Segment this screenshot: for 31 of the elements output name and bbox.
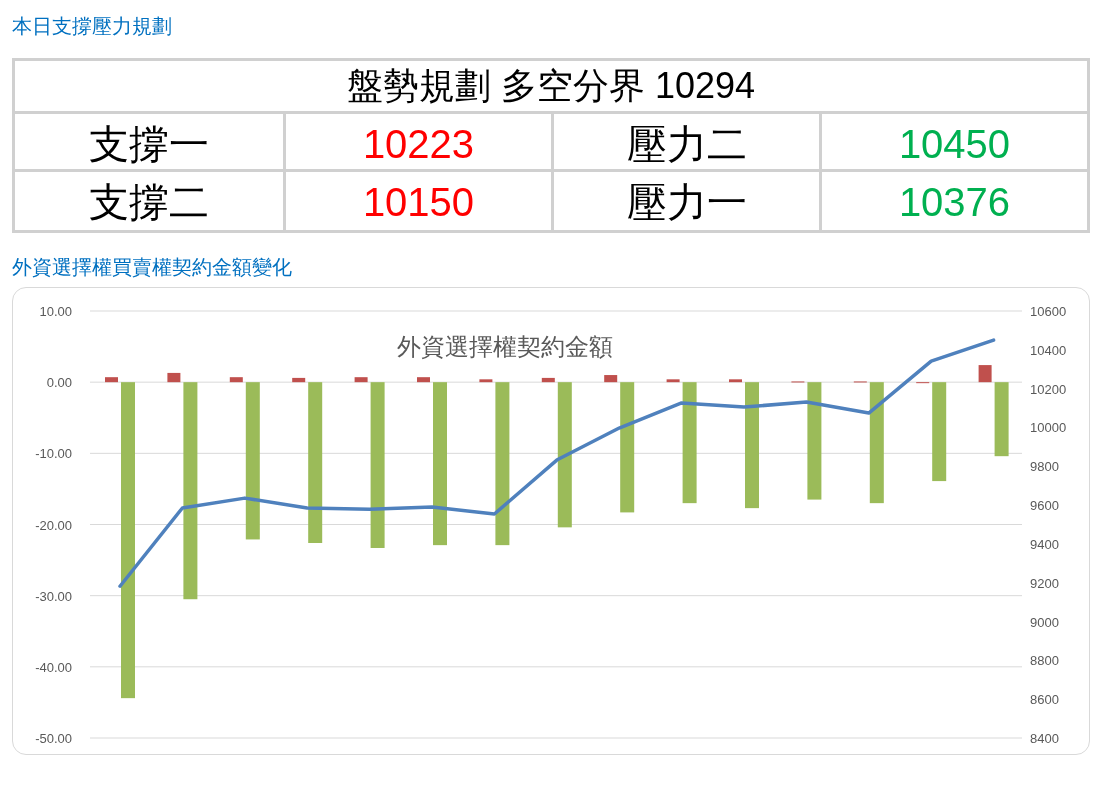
section-heading: 外資選擇權買賣權契約金額變化 — [12, 255, 293, 280]
table-title: 盤勢規劃 多空分界 10294 — [15, 61, 1087, 114]
axis-tick-label: 8400 — [1030, 731, 1059, 746]
axis-tick-label: -40.00 — [35, 659, 72, 675]
axis-tick-label: -20.00 — [35, 517, 72, 533]
axis-tick-label: 10600 — [1030, 304, 1067, 319]
level-label: 壓力一 — [551, 172, 819, 232]
level-value: 10223 — [283, 114, 551, 174]
axis-tick-label: 8800 — [1030, 653, 1059, 669]
axis-tick-label: -10.00 — [35, 446, 72, 462]
level-value: 10376 — [819, 172, 1087, 232]
axis-tick-label: 9600 — [1030, 498, 1059, 514]
axis-tick-label: 9800 — [1030, 459, 1059, 475]
axis-tick-label: 10400 — [1030, 342, 1067, 358]
axis-tick-label: 10200 — [1030, 381, 1067, 397]
level-value: 10150 — [283, 172, 551, 232]
chart-title: 外資選擇權契約金額 — [397, 333, 613, 360]
axis-tick-label: 9400 — [1030, 536, 1059, 552]
section-heading: 本日支撐壓力規劃 — [12, 14, 173, 39]
axis-tick-label: 0.00 — [46, 375, 72, 391]
level-label: 支撐二 — [88, 179, 210, 226]
axis-tick-label: -30.00 — [35, 588, 72, 604]
axis-tick-label: 8600 — [1030, 692, 1059, 708]
axis-tick-label: 10.00 — [39, 304, 72, 319]
axis-tick-label: -50.00 — [35, 731, 72, 746]
axis-tick-label: 9000 — [1030, 614, 1059, 630]
level-label: 壓力二 — [551, 114, 819, 174]
axis-tick-label: 10000 — [1030, 420, 1067, 436]
level-label: 支撐一 — [88, 121, 210, 168]
axis-tick-label: 9200 — [1030, 575, 1059, 591]
level-value: 10450 — [819, 114, 1087, 174]
